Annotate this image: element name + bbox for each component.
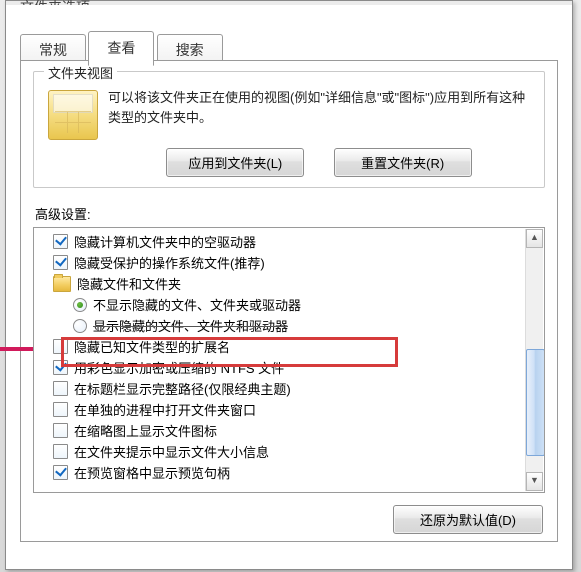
tab-strip: 常规 查看 搜索 bbox=[20, 31, 558, 61]
adv-item-3[interactable]: 不显示隐藏的文件、文件夹或驱动器 bbox=[41, 294, 526, 315]
checkbox-icon[interactable] bbox=[53, 255, 68, 270]
apply-to-folders-button[interactable]: 应用到文件夹(L) bbox=[166, 148, 304, 177]
folder-views-body: 可以将该文件夹正在使用的视图(例如"详细信息"或"图标")应用到所有这种类型的文… bbox=[44, 86, 534, 140]
folder-icon bbox=[53, 276, 71, 292]
adv-item-label: 在缩略图上显示文件图标 bbox=[74, 421, 217, 440]
adv-item-label: 不显示隐藏的文件、文件夹或驱动器 bbox=[93, 295, 301, 314]
adv-item-8[interactable]: 在单独的进程中打开文件夹窗口 bbox=[41, 399, 526, 420]
checkbox-icon[interactable] bbox=[53, 381, 68, 396]
folder-views-buttons: 应用到文件夹(L) 重置文件夹(R) bbox=[44, 148, 534, 177]
folder-views-group: 文件夹视图 可以将该文件夹正在使用的视图(例如"详细信息"或"图标")应用到所有… bbox=[33, 71, 545, 188]
adv-item-7[interactable]: 在标题栏显示完整路径(仅限经典主题) bbox=[41, 378, 526, 399]
adv-item-label: 显示隐藏的文件、文件夹和驱动器 bbox=[93, 316, 288, 335]
adv-item-label: 在单独的进程中打开文件夹窗口 bbox=[74, 400, 256, 419]
advanced-settings-label: 高级设置: bbox=[35, 204, 545, 223]
adv-item-1[interactable]: 隐藏受保护的操作系统文件(推荐) bbox=[41, 252, 526, 273]
adv-item-label: 用彩色显示加密或压缩的 NTFS 文件 bbox=[74, 358, 284, 377]
checkbox-icon[interactable] bbox=[53, 234, 68, 249]
adv-item-6[interactable]: 用彩色显示加密或压缩的 NTFS 文件 bbox=[41, 357, 526, 378]
radio-icon[interactable] bbox=[73, 319, 87, 333]
scrollbar[interactable]: ▲ ▼ bbox=[525, 229, 543, 491]
adv-item-label: 隐藏计算机文件夹中的空驱动器 bbox=[74, 232, 256, 251]
adv-item-5[interactable]: 隐藏已知文件类型的扩展名 bbox=[41, 336, 526, 357]
adv-item-0[interactable]: 隐藏计算机文件夹中的空驱动器 bbox=[41, 231, 526, 252]
radio-icon[interactable] bbox=[73, 298, 87, 312]
adv-item-11[interactable]: 在预览窗格中显示预览句柄 bbox=[41, 462, 526, 483]
adv-item-2[interactable]: 隐藏文件和文件夹 bbox=[41, 273, 526, 294]
checkbox-icon[interactable] bbox=[53, 423, 68, 438]
adv-item-label: 隐藏已知文件类型的扩展名 bbox=[74, 337, 230, 356]
adv-item-10[interactable]: 在文件夹提示中显示文件大小信息 bbox=[41, 441, 526, 462]
folder-views-description: 可以将该文件夹正在使用的视图(例如"详细信息"或"图标")应用到所有这种类型的文… bbox=[108, 86, 534, 127]
adv-item-label: 在预览窗格中显示预览句柄 bbox=[74, 463, 230, 482]
checkbox-icon[interactable] bbox=[53, 360, 68, 375]
client-area: 常规 查看 搜索 文件夹视图 可以将该文件夹正在使用的视图(例如"详细信息"或"… bbox=[6, 5, 572, 569]
adv-item-9[interactable]: 在缩略图上显示文件图标 bbox=[41, 420, 526, 441]
restore-defaults-button[interactable]: 还原为默认值(D) bbox=[393, 505, 543, 534]
scroll-thumb[interactable] bbox=[526, 349, 545, 456]
adv-item-4[interactable]: 显示隐藏的文件、文件夹和驱动器 bbox=[41, 315, 526, 336]
adv-item-label: 在文件夹提示中显示文件大小信息 bbox=[74, 442, 269, 461]
tab-view[interactable]: 查看 bbox=[88, 31, 154, 66]
adv-item-label: 在标题栏显示完整路径(仅限经典主题) bbox=[74, 379, 291, 398]
checkbox-icon[interactable] bbox=[53, 444, 68, 459]
reset-folders-button[interactable]: 重置文件夹(R) bbox=[334, 148, 472, 177]
advanced-settings-wrap: 隐藏计算机文件夹中的空驱动器隐藏受保护的操作系统文件(推荐) 隐藏文件和文件夹不显… bbox=[33, 227, 545, 493]
advanced-settings-tree: 隐藏计算机文件夹中的空驱动器隐藏受保护的操作系统文件(推荐) 隐藏文件和文件夹不显… bbox=[37, 231, 544, 483]
checkbox-icon[interactable] bbox=[53, 339, 68, 354]
adv-item-label: 隐藏文件和文件夹 bbox=[77, 274, 181, 293]
advanced-settings-list[interactable]: 隐藏计算机文件夹中的空驱动器隐藏受保护的操作系统文件(推荐) 隐藏文件和文件夹不显… bbox=[33, 227, 545, 493]
checkbox-icon[interactable] bbox=[53, 465, 68, 480]
adv-item-label: 隐藏受保护的操作系统文件(推荐) bbox=[74, 253, 265, 272]
scroll-down-button[interactable]: ▼ bbox=[526, 472, 543, 491]
folder-icon bbox=[48, 90, 98, 140]
scroll-track[interactable] bbox=[526, 246, 543, 474]
restore-defaults-row: 还原为默认值(D) bbox=[33, 505, 545, 534]
dialog-window: 文件夹选项 常规 查看 搜索 文件夹视图 可以将该文件夹正在使用的视图(例如"详… bbox=[5, 0, 573, 570]
checkbox-icon[interactable] bbox=[53, 402, 68, 417]
tab-page-view: 文件夹视图 可以将该文件夹正在使用的视图(例如"详细信息"或"图标")应用到所有… bbox=[20, 60, 558, 542]
